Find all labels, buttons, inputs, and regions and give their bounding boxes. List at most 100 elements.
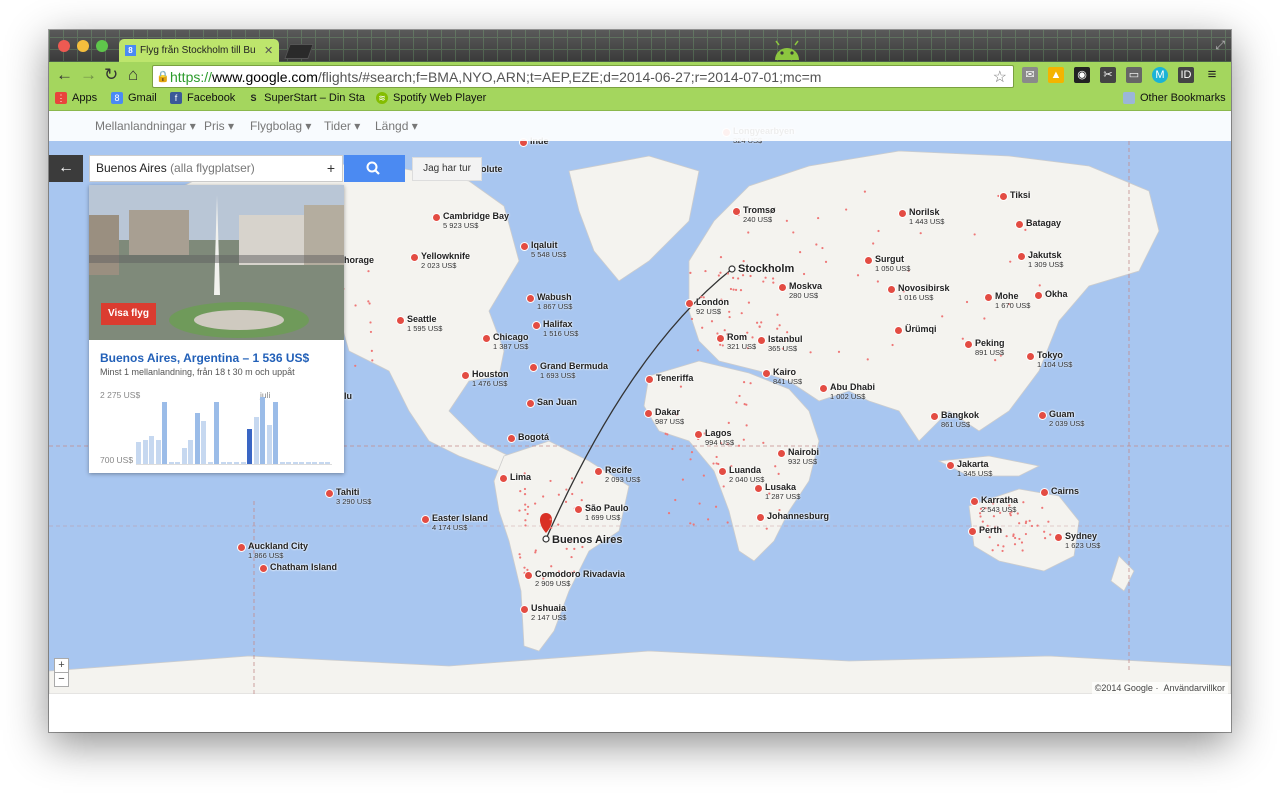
city-marker[interactable]: Novosibirsk 1 016 US$ — [887, 283, 950, 303]
price-bar[interactable] — [201, 420, 207, 464]
price-bar[interactable] — [247, 428, 253, 464]
price-chart[interactable]: 2 275 US$ 700 US$ juli — [100, 390, 332, 465]
city-marker[interactable]: Kairo 841 US$ — [762, 367, 802, 387]
price-bar[interactable] — [305, 462, 311, 464]
price-bar[interactable] — [214, 402, 220, 464]
city-marker[interactable]: Chatham Island — [259, 562, 337, 573]
city-marker[interactable]: Guam 2 039 US$ — [1038, 409, 1084, 429]
city-marker[interactable]: Abu Dhabi 1 002 US$ — [819, 382, 875, 402]
city-marker[interactable]: Grand Bermuda 1 693 US$ — [529, 361, 608, 381]
price-bar[interactable] — [279, 462, 285, 464]
destination-input[interactable]: Buenos Aires (alla flygplatser) + — [89, 155, 343, 182]
fullscreen-icon[interactable]: ⤢ — [1215, 38, 1225, 53]
city-marker[interactable]: Cairns — [1040, 486, 1079, 497]
price-bar[interactable] — [266, 424, 272, 464]
city-marker[interactable]: Karratha 2 543 US$ — [970, 495, 1018, 515]
bookmark-facebook[interactable]: f Facebook — [170, 92, 235, 104]
minimize-window-button[interactable] — [77, 40, 89, 52]
bookmark-apps[interactable]: ⋮ Apps — [55, 92, 97, 104]
gmail-checker-icon[interactable]: ✉ — [1022, 67, 1038, 83]
price-bar[interactable] — [253, 416, 259, 464]
price-bar[interactable] — [299, 462, 305, 464]
city-marker[interactable]: São Paulo 1 699 US$ — [574, 503, 629, 523]
city-marker[interactable]: Houston 1 476 US$ — [461, 369, 509, 389]
city-marker[interactable]: Perth — [968, 525, 1002, 536]
price-bar[interactable] — [292, 462, 298, 464]
city-marker[interactable]: Halifax 1 516 US$ — [532, 319, 578, 339]
city-marker[interactable]: Ürümqi — [894, 324, 937, 335]
close-window-button[interactable] — [58, 40, 70, 52]
city-marker[interactable]: Seattle 1 595 US$ — [396, 314, 442, 334]
city-marker[interactable]: Mohe 1 670 US$ — [984, 291, 1030, 311]
city-marker[interactable]: Yellowknife 2 023 US$ — [410, 251, 470, 271]
city-marker[interactable]: Rom 321 US$ — [716, 332, 756, 352]
price-bar[interactable] — [325, 462, 331, 464]
city-marker[interactable]: Johannesburg — [756, 511, 829, 522]
city-marker[interactable]: Surgut 1 050 US$ — [864, 254, 910, 274]
address-bar[interactable]: 🔒 https://www.google.com/flights/#search… — [152, 65, 1014, 88]
price-bar[interactable] — [142, 440, 148, 464]
price-bar[interactable] — [220, 462, 226, 464]
home-icon[interactable]: ⌂ — [128, 65, 138, 85]
map-copyright[interactable]: ©2014 Google · Användarvillkor — [1091, 682, 1228, 694]
city-marker[interactable]: San Juan — [526, 397, 577, 408]
city-marker[interactable]: Istanbul 365 US$ — [757, 334, 803, 354]
id-extension-icon[interactable]: ID — [1178, 67, 1194, 83]
city-marker[interactable]: Lagos 994 US$ — [694, 428, 734, 448]
city-marker[interactable]: Tokyo 1 104 US$ — [1026, 350, 1072, 370]
tools-icon[interactable]: ✂ — [1100, 67, 1116, 83]
city-marker[interactable]: Batagay — [1015, 218, 1061, 229]
city-marker[interactable]: Tromsø 240 US$ — [732, 205, 776, 225]
city-marker[interactable]: Chicago 1 387 US$ — [482, 332, 529, 352]
city-marker[interactable]: Comodoro Rivadavia 2 909 US$ — [524, 569, 625, 589]
city-marker[interactable]: Dakar 987 US$ — [644, 407, 684, 427]
city-marker[interactable]: Cambridge Bay 5 923 US$ — [432, 211, 509, 231]
menu-icon[interactable]: ≡ — [1204, 67, 1220, 83]
price-bar[interactable] — [136, 442, 142, 464]
city-marker[interactable]: Okha — [1034, 289, 1068, 300]
city-marker[interactable]: Easter Island 4 174 US$ — [421, 513, 488, 533]
zoom-out-button[interactable]: − — [54, 672, 69, 687]
browser-tab[interactable]: 8 Flyg från Stockholm till Bu ✕ — [119, 39, 279, 62]
price-bar[interactable] — [207, 462, 213, 464]
price-bar[interactable] — [168, 462, 174, 464]
lucky-button[interactable]: Jag har tur — [412, 157, 482, 181]
back-button[interactable]: ← — [49, 155, 83, 182]
city-marker[interactable]: Luanda 2 040 US$ — [718, 465, 764, 485]
show-flights-button[interactable]: Visa flyg — [101, 303, 156, 325]
city-marker[interactable]: Tiksi — [999, 190, 1030, 201]
forward-arrow-icon[interactable]: → — [80, 65, 97, 85]
other-bookmarks[interactable]: Other Bookmarks — [1123, 92, 1226, 104]
city-marker[interactable]: Bogotá — [507, 432, 549, 443]
add-destination-icon[interactable]: + — [327, 156, 335, 181]
city-marker[interactable]: Wabush 1 867 US$ — [526, 292, 572, 312]
filter-duration[interactable]: Längd ▾ — [375, 119, 418, 133]
city-marker[interactable]: Jakarta 1 345 US$ — [946, 459, 992, 479]
city-marker[interactable]: Recife 2 093 US$ — [594, 465, 640, 485]
city-marker[interactable]: Iqaluit 5 548 US$ — [520, 240, 566, 260]
city-marker[interactable]: London 92 US$ — [685, 297, 729, 317]
city-marker[interactable]: Tahiti 3 290 US$ — [325, 487, 371, 507]
filter-stops[interactable]: Mellanlandningar ▾ — [95, 119, 196, 133]
search-button[interactable] — [344, 155, 405, 182]
close-tab-icon[interactable]: ✕ — [264, 44, 273, 57]
city-marker[interactable]: olute — [470, 164, 503, 175]
bookmark-star-icon[interactable]: ☆ — [993, 67, 1007, 87]
price-bar[interactable] — [175, 462, 181, 464]
back-arrow-icon[interactable]: ← — [56, 65, 73, 85]
maxthon-icon[interactable]: M — [1152, 67, 1168, 83]
price-bar[interactable] — [260, 397, 266, 464]
reload-icon[interactable]: ↻ — [104, 65, 118, 85]
price-bar[interactable] — [155, 440, 161, 464]
city-marker[interactable]: lu — [333, 391, 352, 402]
price-bar[interactable] — [240, 462, 246, 464]
card-title[interactable]: Buenos Aires, Argentina – 1 536 US$ — [100, 351, 309, 365]
destination-card[interactable]: Visa flyg Buenos Aires, Argentina – 1 53… — [89, 185, 344, 473]
google-drive-icon[interactable]: ▲ — [1048, 67, 1064, 83]
zoom-in-button[interactable]: + — [54, 658, 69, 673]
price-bar[interactable] — [273, 402, 279, 464]
city-marker[interactable]: Ushuaia 2 147 US$ — [520, 603, 566, 623]
price-bar[interactable] — [149, 436, 155, 464]
bookmark-spotify[interactable]: ≋ Spotify Web Player — [376, 92, 486, 104]
city-marker[interactable]: Lusaka 1 287 US$ — [754, 482, 800, 502]
